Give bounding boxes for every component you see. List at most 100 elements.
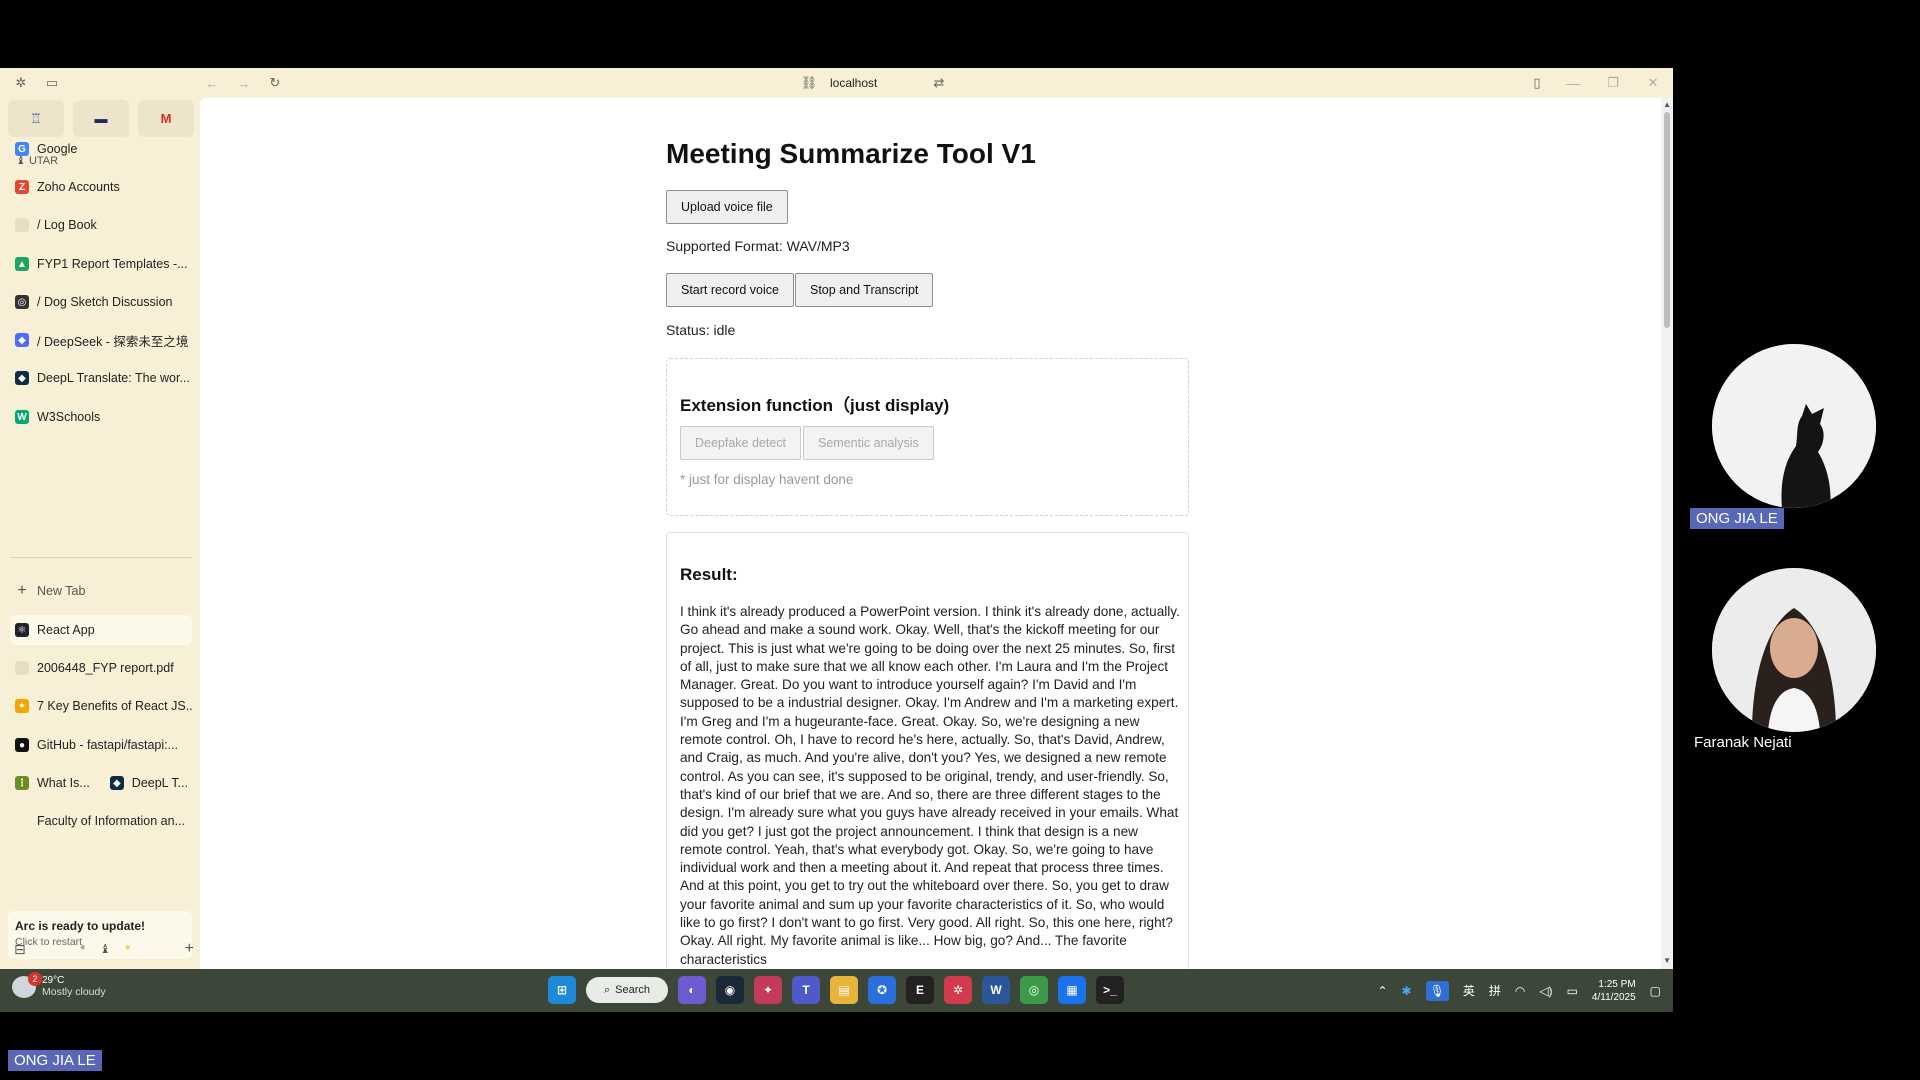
clock[interactable]: 1:25 PM 4/11/2025 — [1592, 978, 1636, 1004]
sidebar-toggle-icon[interactable]: ▭ — [43, 74, 61, 92]
clock-date: 4/11/2025 — [1591, 991, 1636, 1003]
title-bar: ✲ ▭ ← → ↻ ⛓ localhost ⇄ ▯ — ❐ ✕ — [0, 68, 1673, 98]
sidebar-favorite[interactable]: W W3Schools — [10, 402, 192, 432]
arc-logo-icon[interactable]: ✲ — [12, 74, 30, 92]
favicon-icon: ⋮ — [15, 776, 29, 790]
teams-icon[interactable]: T — [792, 976, 820, 1004]
scroll-up-icon[interactable]: ▲ — [1663, 100, 1671, 109]
new-tab-button[interactable]: + New Tab — [10, 576, 192, 606]
ime-language[interactable]: 英 — [1463, 982, 1475, 999]
semantic-analysis-button[interactable]: Sementic analysis — [803, 426, 934, 460]
space-dot-icon[interactable]: ● — [80, 942, 86, 956]
split-view-icon[interactable]: ▯ — [1528, 74, 1546, 92]
sidebar-tab-label: Faculty of Information an... — [37, 814, 185, 828]
pinned-tab-gmail[interactable]: M — [138, 100, 194, 137]
minimize-icon[interactable]: — — [1564, 74, 1582, 92]
sidebar-tab-label: GitHub - fastapi/fastapi:... — [37, 738, 179, 752]
notepad-icon[interactable]: ▦ — [1058, 976, 1086, 1004]
space-sun-icon[interactable]: ● — [125, 942, 131, 956]
space-utar-icon[interactable]: ♝ — [100, 942, 111, 956]
chevron-up-icon[interactable]: ⌃ — [1377, 984, 1387, 998]
back-icon[interactable]: ← — [203, 74, 221, 92]
scroll-down-icon[interactable]: ▼ — [1663, 956, 1671, 965]
forward-icon[interactable]: → — [235, 74, 253, 92]
pinned-tab-flag[interactable]: ▬ — [73, 100, 129, 137]
favicon-icon — [15, 814, 29, 828]
word-icon[interactable]: W — [982, 976, 1010, 1004]
search-button[interactable]: ⌕ Search — [586, 977, 668, 1003]
favicon-icon — [15, 218, 29, 232]
ime-mode[interactable]: 拼 — [1489, 982, 1501, 999]
steam-icon[interactable]: ◉ — [716, 976, 744, 1004]
battery-icon[interactable]: ▭ — [1567, 984, 1578, 998]
deepfake-detect-button[interactable]: Deepfake detect — [680, 426, 802, 460]
stop-transcript-button[interactable]: Stop and Transcript — [795, 273, 934, 307]
sidebar-divider — [10, 557, 192, 558]
sidebar-favorite[interactable]: ◆ DeepL Translate: The wor... — [10, 363, 192, 393]
browser-window: ✲ ▭ ← → ↻ ⛓ localhost ⇄ ▯ — ❐ ✕ ♖ ▬ M ♝ … — [0, 68, 1673, 969]
favicon-icon: W — [15, 410, 29, 424]
add-space-icon[interactable]: + — [185, 940, 194, 958]
sidebar-tab-label: 7 Key Benefits of React JS... — [37, 699, 192, 713]
epic-games-icon[interactable]: E — [906, 976, 934, 1004]
flag-icon: ▬ — [94, 111, 108, 126]
sidebar-tab[interactable]: ✦ 7 Key Benefits of React JS... — [10, 691, 192, 721]
sidebar-tab[interactable]: Faculty of Information an... — [10, 806, 192, 836]
start-record-button[interactable]: Start record voice — [666, 273, 794, 307]
file-explorer-icon[interactable]: ▤ — [830, 976, 858, 1004]
sidebar-tab-label: What Is... — [37, 776, 90, 790]
arc-browser-icon[interactable]: ✲ — [944, 976, 972, 1004]
pinned-app-icon[interactable]: ✦ — [754, 976, 782, 1004]
sidebar-favorite[interactable]: ◆ / DeepSeek - 探索未至之境 — [10, 325, 192, 355]
copilot-icon[interactable]: ◐ — [678, 976, 706, 1004]
plus-icon: + — [17, 582, 27, 599]
notification-badge: 2 — [28, 971, 42, 986]
app-store-icon[interactable]: ✪ — [868, 976, 896, 1004]
cloud-icon: 2 — [12, 971, 42, 998]
sidebar-favorite[interactable]: / Log Book — [10, 210, 192, 240]
chrome-icon[interactable]: ◎ — [1020, 976, 1048, 1004]
sidebar-favorite[interactable]: G Google — [10, 134, 192, 164]
archive-icon[interactable]: ⊟ — [14, 941, 26, 958]
favicon-icon: ▲ — [15, 257, 29, 271]
bluetooth-icon[interactable]: ✱ — [1402, 984, 1412, 998]
weather-widget[interactable]: 2 29°C Mostly cloudy — [12, 971, 106, 998]
site-settings-icon[interactable]: ⇄ — [930, 74, 948, 92]
sidebar-tab[interactable]: ⚛ React App — [10, 615, 192, 645]
start-icon[interactable]: ⊞ — [548, 976, 576, 1004]
trophy-icon: ♖ — [30, 110, 42, 126]
extension-note: * just for display havent done — [680, 472, 854, 487]
sidebar-favorite[interactable]: Z Zoho Accounts — [10, 172, 192, 202]
sidebar-tab[interactable]: ● GitHub - fastapi/fastapi:... — [10, 730, 192, 760]
scrollbar-thumb[interactable] — [1664, 112, 1670, 328]
sidebar-item-label: Zoho Accounts — [37, 180, 120, 194]
sidebar-tab[interactable]: 2006448_FYP report.pdf — [10, 653, 192, 683]
transcript-text: I think it's already produced a PowerPoi… — [680, 604, 1180, 967]
link-icon[interactable]: ⛓ — [800, 74, 818, 92]
sidebar-favorite[interactable]: ▲ FYP1 Report Templates -... — [10, 249, 192, 279]
favicon-icon: ⚛ — [15, 623, 29, 637]
sidebar-item-label: / Log Book — [37, 218, 97, 232]
pinned-tab-trophy[interactable]: ♖ — [8, 100, 64, 137]
sidebar-favorite[interactable]: ◎ / Dog Sketch Discussion — [10, 287, 192, 317]
clock-time: 1:25 PM — [1598, 978, 1636, 990]
url-display[interactable]: localhost — [830, 76, 877, 90]
reload-icon[interactable]: ↻ — [266, 74, 284, 92]
microphone-icon[interactable]: 🎙 — [1425, 980, 1449, 1001]
update-title: Arc is ready to update! — [15, 919, 146, 933]
terminal-icon[interactable]: >_ — [1096, 976, 1124, 1004]
sidebar-tab-label: React App — [37, 623, 95, 637]
maximize-icon[interactable]: ❐ — [1604, 74, 1622, 92]
scrollbar[interactable]: ▲ ▼ — [1661, 98, 1673, 969]
notifications-icon[interactable]: ▢ — [1650, 984, 1661, 998]
wifi-icon[interactable]: ◠ — [1515, 984, 1525, 998]
favicon-icon: Z — [15, 180, 29, 194]
sidebar-tab[interactable]: ⋮ What Is... ◆ DeepL T... — [10, 768, 192, 798]
self-name-tag: ONG JIA LE — [8, 1050, 102, 1071]
pinned-tabs: ♖ ▬ M — [8, 100, 194, 137]
result-panel: Result: I think it's already produced a … — [666, 532, 1189, 969]
upload-voice-button[interactable]: Upload voice file — [666, 190, 788, 224]
person-photo-icon — [1712, 568, 1876, 732]
volume-icon[interactable]: ◁) — [1539, 984, 1552, 998]
close-icon[interactable]: ✕ — [1644, 74, 1662, 92]
